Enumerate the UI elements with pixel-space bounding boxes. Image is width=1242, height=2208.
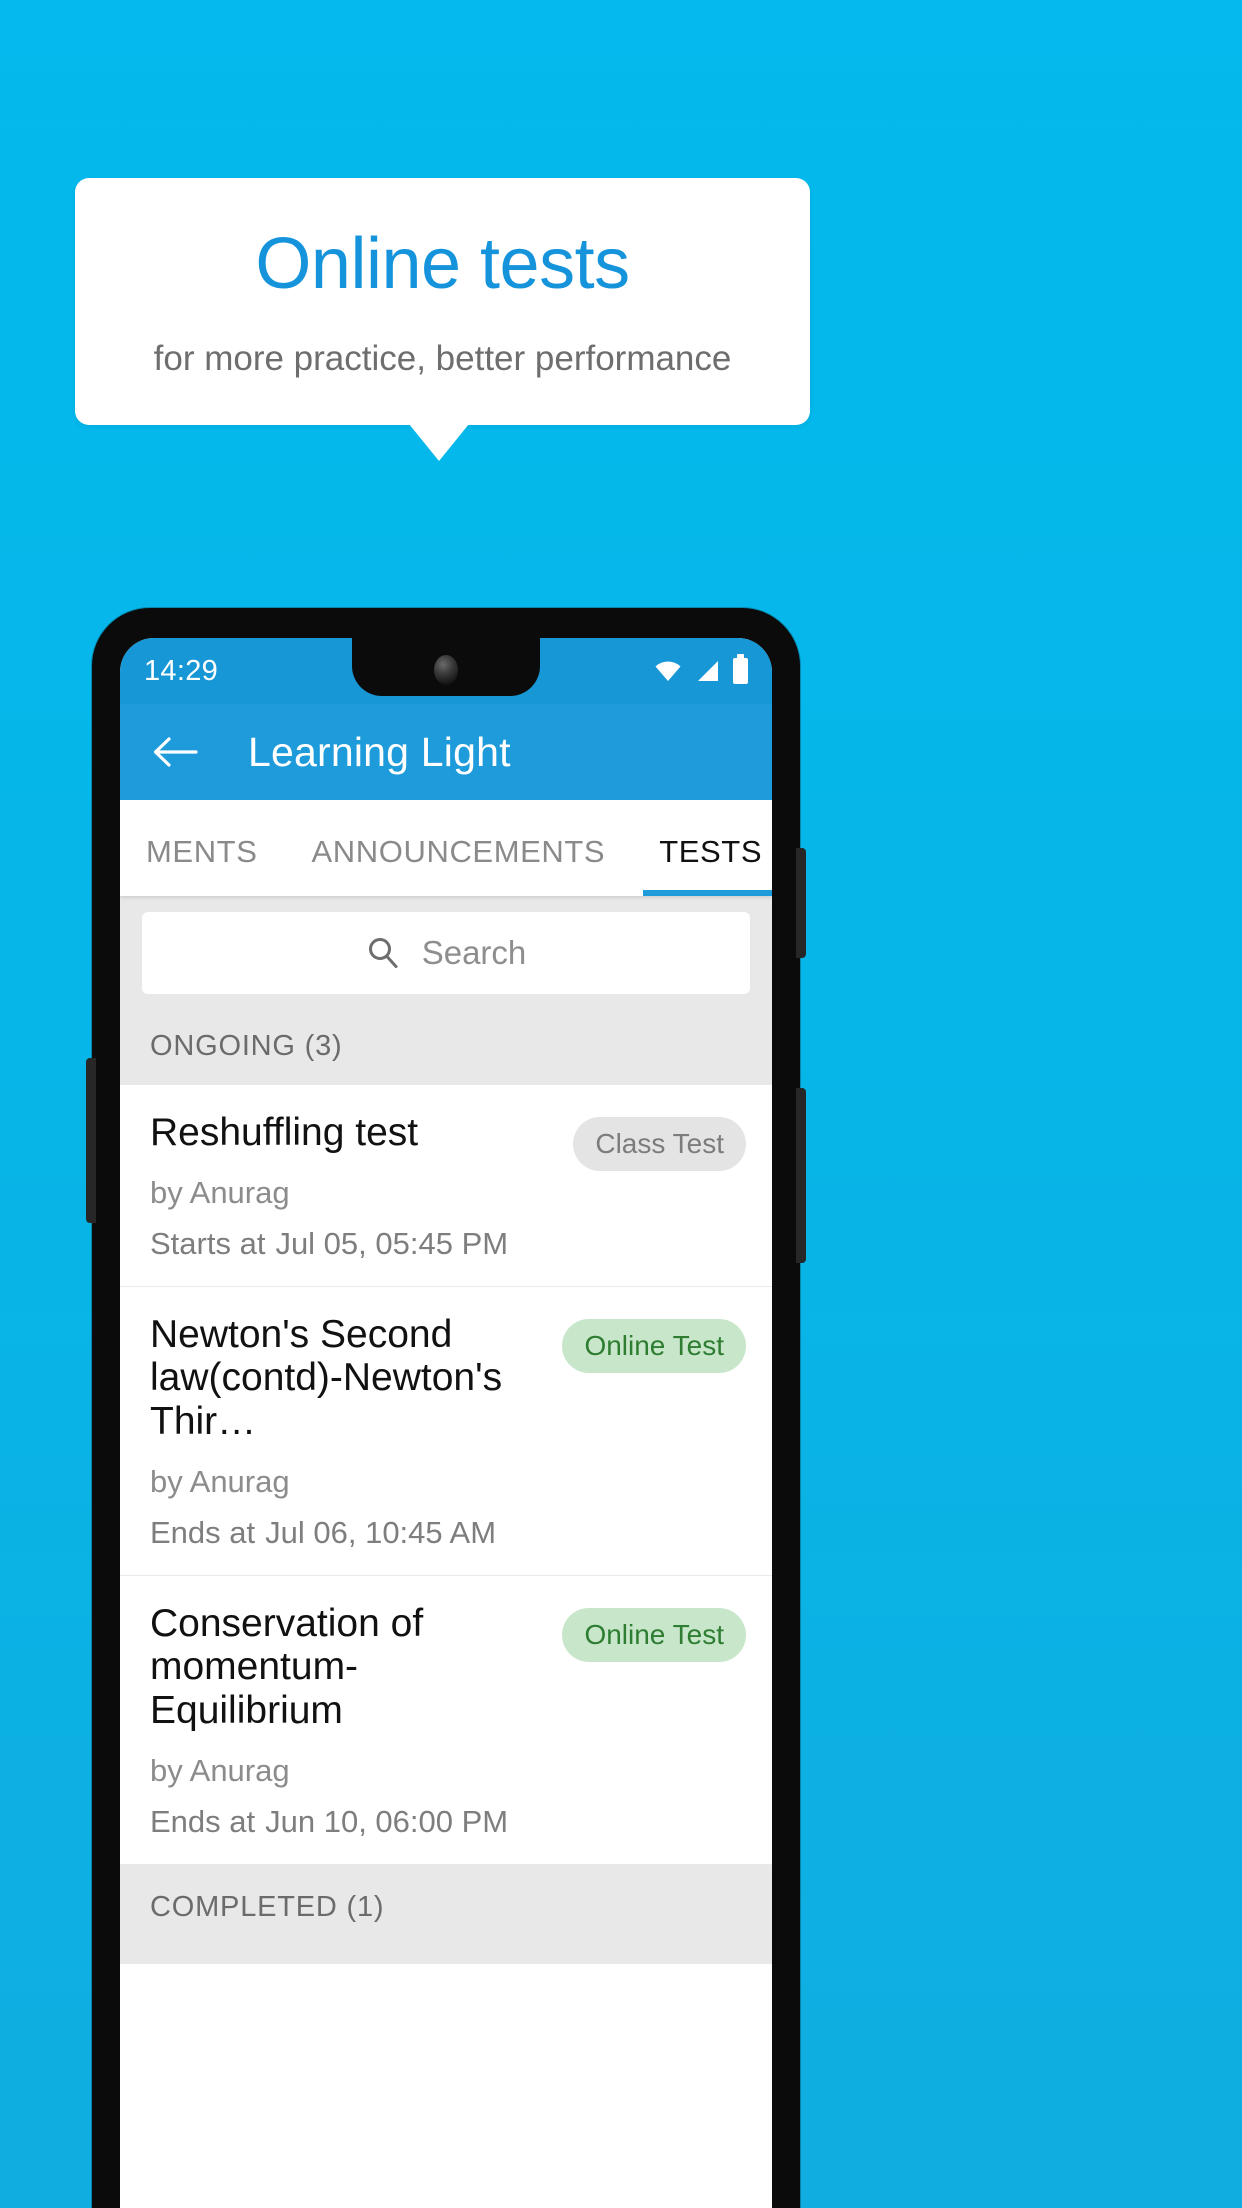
test-title: Newton's Second law(contd)-Newton's Thir… (150, 1312, 503, 1444)
app-bar: Learning Light (120, 704, 772, 800)
search-icon (368, 938, 398, 968)
phone-notch (352, 638, 540, 696)
promo-callout-tail (409, 424, 469, 461)
test-author: by Anurag (150, 1174, 290, 1210)
test-title: Reshuffling test (150, 1111, 419, 1154)
phone-mockup: 14:29 Learning Light MENTS ANNOUNCEMENTS… (86, 608, 806, 2208)
test-schedule-value: Jul 06, 10:45 AM (265, 1514, 497, 1550)
battery-icon (733, 654, 748, 684)
promo-title: Online tests (255, 224, 630, 304)
phone-screen: 14:29 Learning Light MENTS ANNOUNCEMENTS… (120, 638, 772, 2208)
promo-subtitle: for more practice, better performance (153, 339, 732, 378)
status-bar-clock: 14:29 (144, 654, 219, 687)
promo-screenshot: Online tests for more practice, better p… (0, 0, 1242, 2208)
test-type-badge: Class Test (573, 1117, 746, 1171)
tab-bar: MENTS ANNOUNCEMENTS TESTS VIDEOS (120, 800, 772, 896)
test-schedule-label: Starts at (150, 1225, 266, 1261)
signal-icon (698, 661, 718, 681)
test-schedule-value: Jul 05, 05:45 PM (275, 1225, 509, 1261)
test-schedule-label: Ends at (150, 1803, 256, 1839)
test-item-details: Newton's Second law(contd)-Newton's Thir… (150, 1313, 548, 1551)
test-schedule-label: Ends at (150, 1514, 256, 1550)
status-bar: 14:29 (120, 638, 772, 704)
test-item-details: Conservation of momentum-Equilibrium by … (150, 1602, 548, 1840)
test-author: by Anurag (150, 1752, 290, 1788)
tab-tests[interactable]: TESTS (643, 834, 772, 896)
test-schedule: Ends at Jul 06, 10:45 AM (150, 1515, 548, 1551)
search-input[interactable]: Search (142, 912, 750, 994)
section-header-completed: COMPLETED (1) (120, 1864, 772, 1964)
tests-list: Search ONGOING (3) Reshuffling test by A… (120, 896, 772, 2208)
test-list-item[interactable]: Reshuffling test by Anurag Starts at Jul … (120, 1085, 772, 1287)
test-schedule: Starts at Jul 05, 05:45 PM (150, 1226, 559, 1262)
test-schedule-value: Jun 10, 06:00 PM (265, 1803, 509, 1839)
app-bar-title: Learning Light (248, 728, 511, 775)
search-placeholder: Search (421, 934, 527, 971)
wifi-icon (655, 661, 681, 681)
section-header-ongoing: ONGOING (3) (120, 1012, 772, 1085)
test-list-item[interactable]: Newton's Second law(contd)-Newton's Thir… (120, 1286, 772, 1576)
phone-volume-button-right[interactable] (796, 1088, 806, 1263)
tab-announcements[interactable]: ANNOUNCEMENTS (312, 834, 606, 896)
promo-callout-card: Online tests for more practice, better p… (75, 178, 810, 425)
phone-power-button[interactable] (796, 848, 806, 958)
tab-assignments[interactable]: MENTS (146, 834, 258, 896)
test-author: by Anurag (150, 1463, 290, 1499)
test-type-badge: Online Test (562, 1607, 746, 1662)
front-camera-icon (434, 655, 458, 685)
status-bar-icons (654, 654, 748, 684)
test-title: Conservation of momentum-Equilibrium (150, 1601, 424, 1733)
test-item-details: Reshuffling test by Anurag Starts at Jul … (150, 1111, 559, 1262)
phone-volume-button-left[interactable] (86, 1058, 96, 1223)
test-list-item[interactable]: Conservation of momentum-Equilibrium by … (120, 1575, 772, 1865)
search-container: Search (120, 896, 772, 1012)
back-arrow-icon[interactable] (152, 735, 198, 769)
test-type-badge: Online Test (562, 1318, 746, 1373)
test-schedule: Ends at Jun 10, 06:00 PM (150, 1804, 548, 1840)
